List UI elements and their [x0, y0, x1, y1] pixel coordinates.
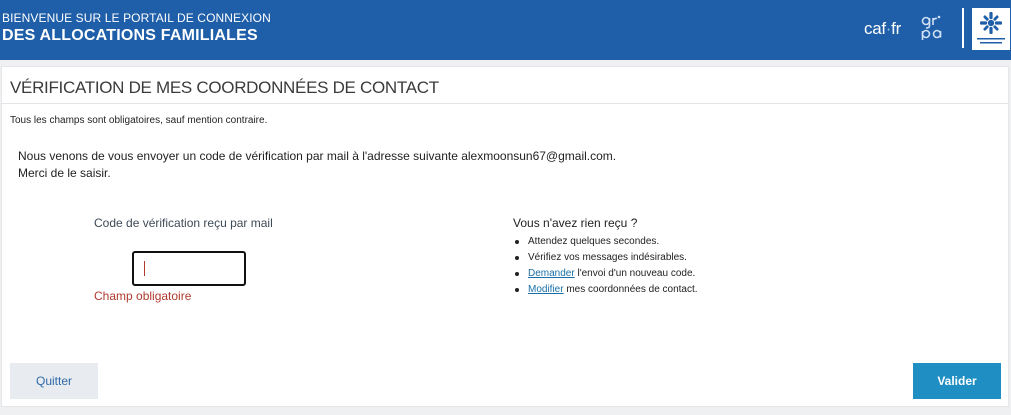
help-item-wait-text: Attendez quelques secondes. [528, 236, 660, 247]
help-list: Attendez quelques secondes. Vérifiez vos… [513, 234, 698, 298]
help-title: Vous n'avez rien reçu ? [513, 216, 638, 230]
field-error: Champ obligatoire [94, 289, 192, 303]
caf-fr-logo-prefix: caf [864, 19, 886, 38]
title-divider [2, 103, 1008, 104]
portal-header: BIENVENUE SUR LE PORTAIL DE CONNEXION DE… [0, 0, 1011, 60]
help-item-modify-text: mes coordonnées de contact. [563, 284, 698, 295]
caf-emblem-icon [972, 8, 1010, 50]
enter-code-message: Merci de le saisir. [18, 166, 111, 180]
verification-card: VÉRIFICATION DE MES COORDONNÉES DE CONTA… [1, 66, 1009, 407]
header-welcome: BIENVENUE SUR LE PORTAIL DE CONNEXION [2, 11, 271, 25]
code-label: Code de vérification reçu par mail [94, 216, 273, 230]
verification-code-input[interactable] [132, 251, 246, 286]
caf-fr-logo[interactable]: caf·fr [864, 19, 901, 39]
page-title: VÉRIFICATION DE MES COORDONNÉES DE CONTA… [10, 78, 439, 97]
mandatory-note: Tous les champs sont obligatoires, sauf … [10, 115, 268, 126]
help-item-modify: Modifier mes coordonnées de contact. [513, 282, 698, 298]
sent-message: Nous venons de vous envoyer un code de v… [18, 149, 617, 163]
gripa-logo [921, 15, 942, 40]
help-item-request-text: l'envoi d'un nouveau code. [574, 268, 696, 279]
modify-contact-link[interactable]: Modifier [528, 284, 564, 295]
help-item-request: Demander l'envoi d'un nouveau code. [513, 266, 698, 282]
header-title: DES ALLOCATIONS FAMILIALES [2, 27, 258, 44]
text-caret [144, 261, 145, 276]
help-item-spam-text: Vérifiez vos messages indésirables. [528, 252, 687, 263]
caf-fr-logo-suffix: fr [891, 19, 901, 38]
help-item-spam: Vérifiez vos messages indésirables. [513, 250, 698, 266]
validate-button[interactable]: Valider [913, 363, 1001, 399]
request-new-code-link[interactable]: Demander [528, 268, 575, 279]
quit-button[interactable]: Quitter [10, 363, 98, 399]
header-divider [962, 8, 964, 48]
help-item-wait: Attendez quelques secondes. [513, 234, 698, 250]
